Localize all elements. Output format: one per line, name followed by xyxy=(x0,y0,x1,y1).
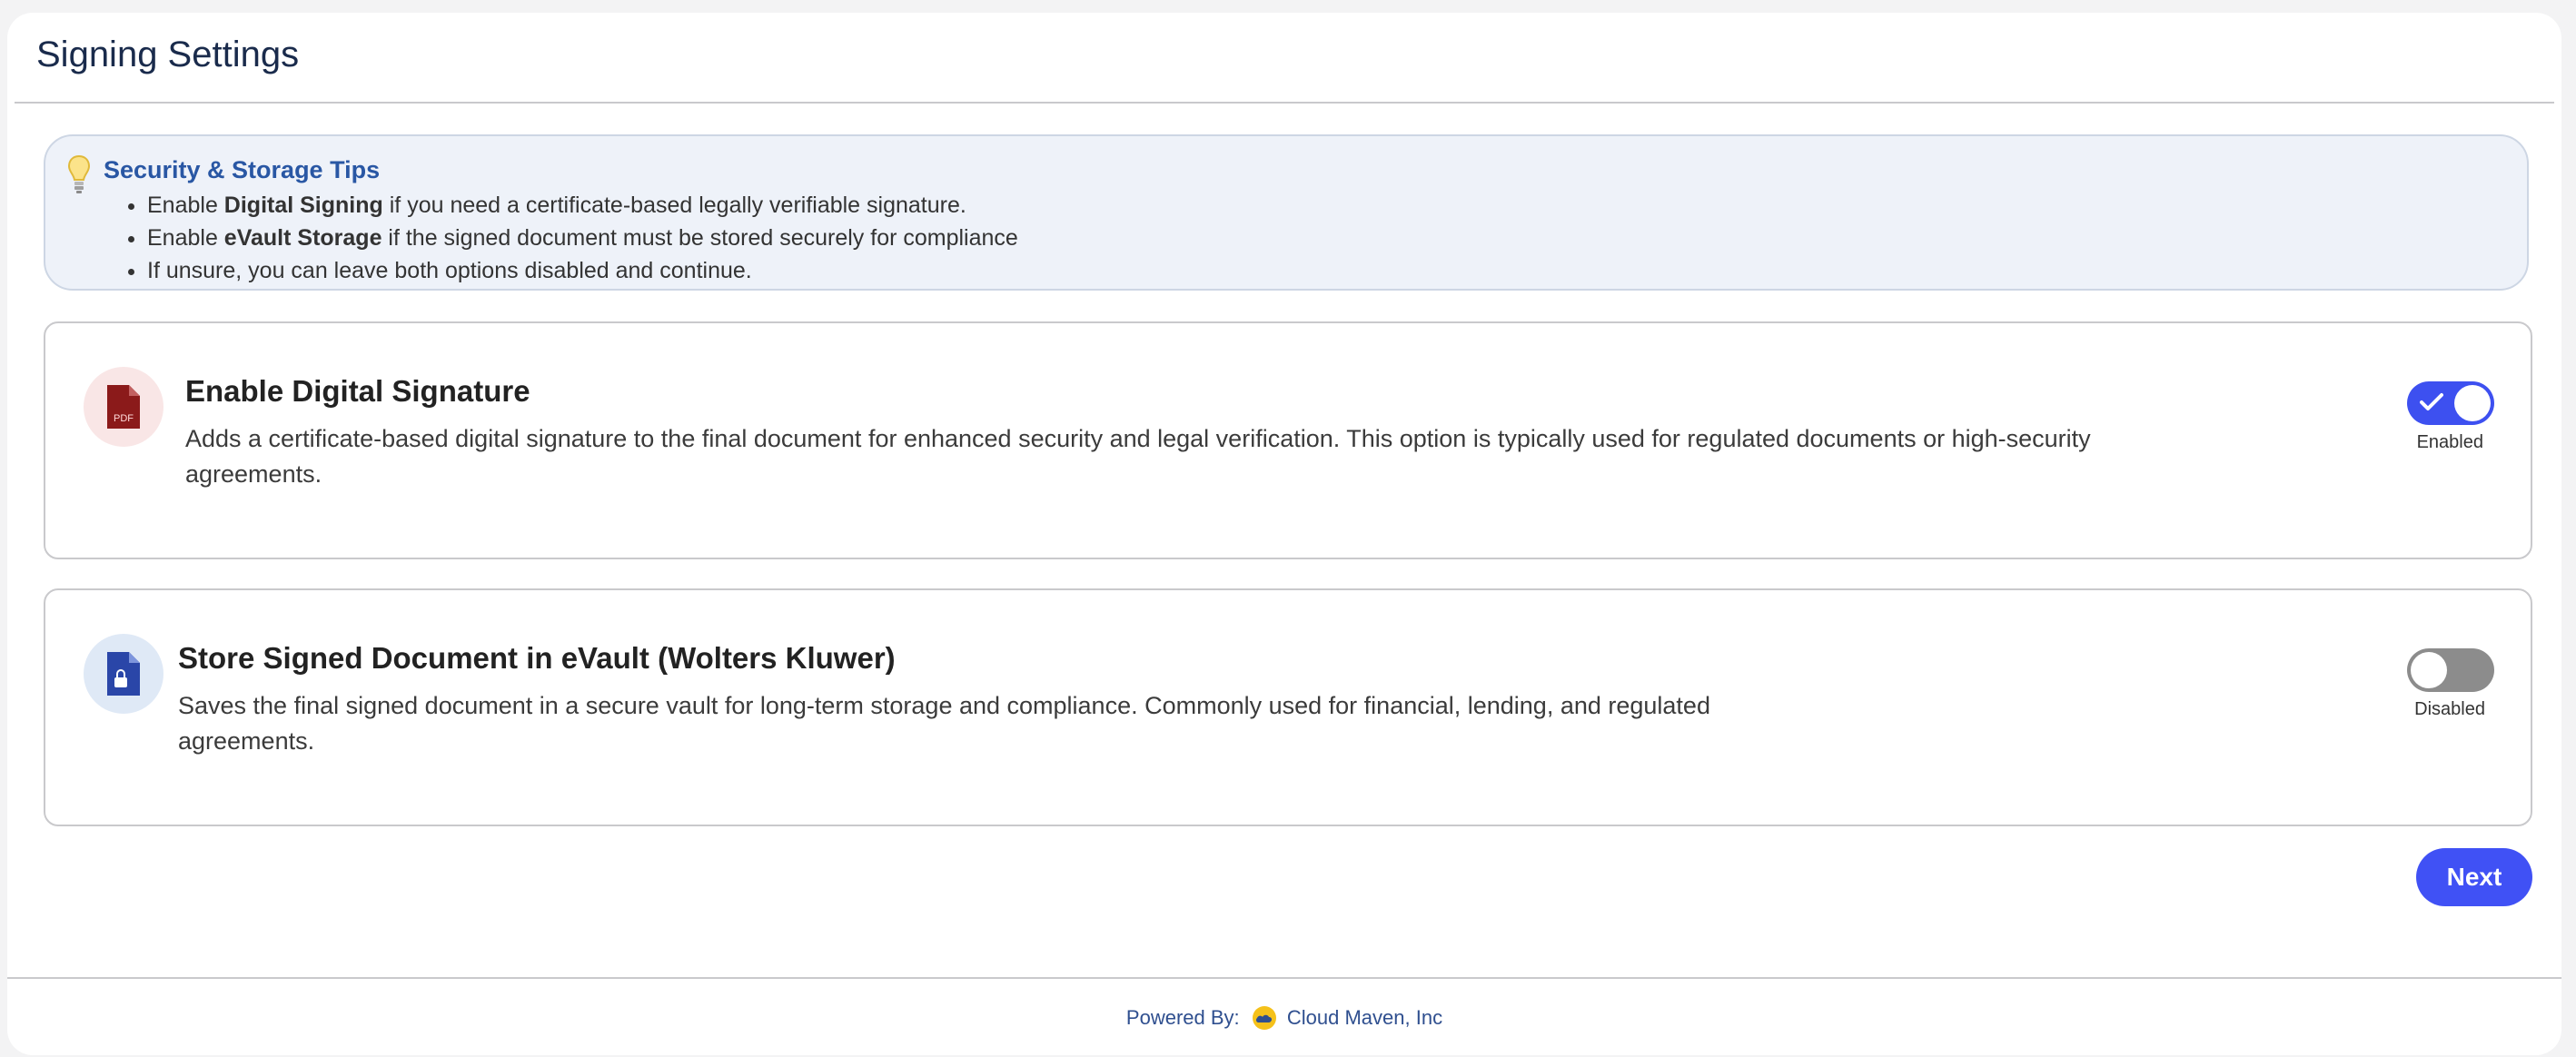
footer: Powered By: Cloud Maven, Inc xyxy=(7,977,2561,1057)
next-button[interactable]: Next xyxy=(2416,848,2532,906)
toggle-status-label: Enabled xyxy=(2416,432,2483,452)
svg-text:PDF: PDF xyxy=(114,413,134,424)
digital-signature-card: PDF Enable Digital Signature Adds a cert… xyxy=(44,321,2532,559)
powered-by-label: Powered By: xyxy=(1125,1006,1240,1029)
option-title: Store Signed Document in eVault (Wolters… xyxy=(178,641,896,675)
toggle-knob xyxy=(2454,385,2491,421)
option-title: Enable Digital Signature xyxy=(185,374,530,408)
tip-item: Enable eVault Storage if the signed docu… xyxy=(147,222,1018,254)
powered-by: Powered By: Cloud Maven, Inc xyxy=(7,1004,2561,1032)
locked-document-icon xyxy=(84,634,163,714)
lightbulb-icon xyxy=(67,154,91,194)
check-icon xyxy=(2420,393,2443,410)
digital-signature-toggle[interactable] xyxy=(2407,381,2494,425)
option-description: Saves the final signed document in a sec… xyxy=(178,692,1710,755)
toggle-status-label: Disabled xyxy=(2414,699,2485,719)
company-link[interactable]: Cloud Maven, Inc xyxy=(1287,1006,1442,1029)
tips-title: Security & Storage Tips xyxy=(104,156,381,183)
option-description: Adds a certificate-based digital signatu… xyxy=(185,425,2091,488)
page-title: Signing Settings xyxy=(36,35,300,74)
cloud-maven-logo-icon xyxy=(1252,1006,1276,1030)
pdf-file-icon: PDF xyxy=(84,367,163,447)
tips-list: Enable Digital Signing if you need a cer… xyxy=(102,189,1018,287)
toggle-knob xyxy=(2411,652,2447,688)
tips-panel: Security & Storage Tips Enable Digital S… xyxy=(44,134,2529,291)
signing-settings-page: Signing Settings Security & Storage Tips… xyxy=(7,13,2561,1055)
evault-card: Store Signed Document in eVault (Wolters… xyxy=(44,588,2532,826)
page-header: Signing Settings xyxy=(15,13,2554,104)
tip-item: Enable Digital Signing if you need a cer… xyxy=(147,189,1018,222)
evault-toggle[interactable] xyxy=(2407,648,2494,692)
tip-item: If unsure, you can leave both options di… xyxy=(147,254,1018,287)
